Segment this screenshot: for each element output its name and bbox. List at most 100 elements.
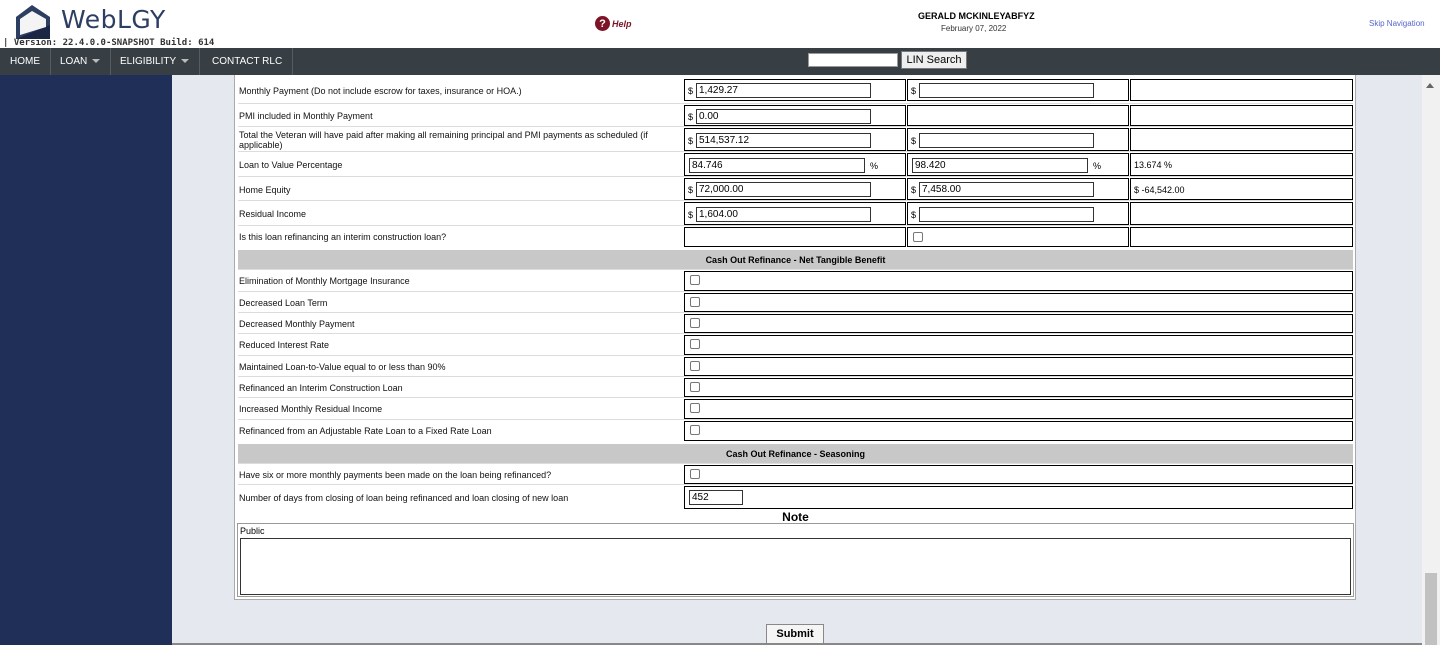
six-payments-checkbox[interactable] (690, 469, 700, 479)
nav-home-label: HOME (10, 56, 40, 67)
nav-eligibility[interactable]: ELIGIBILITY (110, 48, 201, 75)
cell-new (907, 105, 1129, 126)
row-six-payments: Have six or more monthly payments been m… (238, 463, 1353, 484)
cell-current: $ 1,604.00 (684, 202, 906, 225)
home-equity-difference: $ -64,542.00 (1134, 185, 1185, 195)
ntb-checkbox[interactable] (690, 275, 700, 285)
cell-new: 98.420 % (907, 153, 1129, 176)
scroll-thumb[interactable] (1425, 573, 1437, 645)
ntb-checkbox-cell (684, 271, 1353, 291)
cell-difference: 13.674 % (1130, 153, 1353, 176)
current-date: February 07, 2022 (941, 24, 1007, 33)
dollar-sign: $ (911, 86, 917, 96)
public-note-textarea[interactable] (240, 538, 1351, 595)
nav-contact-rlc[interactable]: CONTACT RLC (202, 48, 294, 75)
ntb-row: Refinanced from an Adjustable Rate Loan … (238, 419, 1353, 441)
pmi-current-input[interactable]: 0.00 (696, 109, 871, 124)
home-equity-new-input[interactable]: 7,458.00 (919, 182, 1094, 197)
header: WebLGY | Version: 22.4.0.0-SNAPSHOT Buil… (0, 0, 1440, 48)
ntb-checkbox[interactable] (690, 318, 700, 328)
total-paid-label: Total the Veteran will have paid after m… (239, 130, 648, 150)
row-total-paid: Total the Veteran will have paid after m… (238, 126, 1353, 151)
monthly-payment-new-input[interactable] (919, 83, 1094, 98)
page-scrollbar[interactable] (1422, 75, 1440, 645)
ntb-item-label: Increased Monthly Residual Income (239, 404, 383, 414)
interim-construction-label: Is this loan refinancing an interim cons… (239, 232, 447, 242)
public-note-label: Public (240, 526, 265, 536)
nav-loan[interactable]: LOAN (50, 48, 112, 75)
ntb-item-label: Decreased Loan Term (239, 298, 328, 308)
ntb-row: Reduced Interest Rate (238, 333, 1353, 355)
ntb-checkbox[interactable] (690, 403, 700, 413)
residual-new-input[interactable] (919, 207, 1094, 222)
skip-navigation-link[interactable]: Skip Navigation (1369, 19, 1425, 28)
dollar-sign: $ (911, 136, 917, 146)
row-interim-construction: Is this loan refinancing an interim cons… (238, 225, 1353, 247)
monthly-payment-current-input[interactable]: 1,429.27 (696, 83, 871, 98)
ntb-row: Refinanced an Interim Construction Loan (238, 376, 1353, 397)
ntb-checkbox[interactable] (690, 361, 700, 371)
percent-sign: % (870, 161, 879, 171)
cell-current (684, 227, 906, 247)
scroll-up-arrow-icon[interactable] (1426, 83, 1434, 88)
nav-eligibility-label: ELIGIBILITY (120, 56, 177, 67)
ntb-section-header: Cash Out Refinance - Net Tangible Benefi… (238, 250, 1353, 270)
days-between-input[interactable]: 452 (689, 490, 743, 505)
ntb-row: Elimination of Monthly Mortgage Insuranc… (238, 269, 1353, 291)
ntb-row: Decreased Monthly Payment (238, 312, 1353, 333)
ntb-checkbox-cell (684, 314, 1353, 333)
six-payments-label: Have six or more monthly payments been m… (239, 470, 552, 480)
lin-search-button[interactable]: LIN Search (901, 51, 967, 69)
ntb-row: Decreased Loan Term (238, 291, 1353, 312)
residual-current-input[interactable]: 1,604.00 (696, 207, 871, 222)
ntb-checkbox[interactable] (690, 425, 700, 435)
nav-contact-label: CONTACT RLC (212, 56, 283, 67)
ltv-new-input[interactable]: 98.420 (912, 158, 1088, 173)
cell-new: $ (907, 202, 1129, 225)
dollar-sign: $ (911, 210, 917, 220)
total-paid-current-input[interactable]: 514,537.12 (696, 133, 871, 148)
ntb-checkbox[interactable] (690, 339, 700, 349)
ltv-label: Loan to Value Percentage (239, 160, 343, 170)
percent-sign: % (1093, 161, 1102, 171)
cell-difference (1130, 128, 1353, 151)
row-home-equity: Home Equity $ 72,000.00 $ 7,458.00 $ -64… (238, 176, 1353, 200)
cell-difference (1130, 227, 1353, 247)
user-name: GERALD MCKINLEYABFYZ (918, 11, 1035, 21)
nav-loan-label: LOAN (60, 56, 88, 67)
ntb-checkbox[interactable] (690, 382, 700, 392)
cell-difference (1130, 79, 1353, 101)
logo-house-icon (16, 5, 50, 39)
home-equity-label: Home Equity (239, 185, 291, 195)
version-text: | Version: 22.4.0.0-SNAPSHOT Build: 614 (3, 38, 215, 48)
dollar-sign: $ (688, 210, 694, 220)
cell-difference (1130, 105, 1353, 126)
row-days-between: Number of days from closing of loan bein… (238, 484, 1353, 509)
row-pmi: PMI included in Monthly Payment $ 0.00 (238, 103, 1353, 126)
residual-income-label: Residual Income (239, 209, 307, 219)
nav-home[interactable]: HOME (0, 48, 51, 75)
note-box: Public (237, 523, 1354, 597)
dollar-sign: $ (911, 185, 917, 195)
dollar-sign: $ (688, 86, 694, 96)
caret-down-icon (92, 59, 101, 64)
row-monthly-payment: Monthly Payment (Do not include escrow f… (238, 78, 1353, 102)
cell-current: $ 0.00 (684, 105, 906, 126)
left-sidebar (0, 75, 172, 645)
ntb-row: Maintained Loan-to-Value equal to or les… (238, 355, 1353, 376)
six-payments-cell (684, 465, 1353, 484)
ltv-difference: 13.674 % (1134, 160, 1173, 170)
ntb-item-label: Elimination of Monthly Mortgage Insuranc… (239, 276, 410, 286)
cell-new (907, 227, 1129, 247)
home-equity-current-input[interactable]: 72,000.00 (696, 182, 871, 197)
total-paid-new-input[interactable] (919, 133, 1094, 148)
cell-new: $ (907, 79, 1129, 101)
submit-button[interactable]: Submit (766, 624, 824, 644)
lin-search-input[interactable] (808, 53, 898, 67)
help-link[interactable]: ? Help (595, 16, 632, 31)
help-label: Help (612, 18, 632, 29)
ntb-checkbox[interactable] (690, 297, 700, 307)
ntb-item-label: Reduced Interest Rate (239, 340, 330, 350)
ltv-current-input[interactable]: 84.746 (689, 158, 865, 173)
interim-construction-checkbox[interactable] (913, 232, 923, 242)
